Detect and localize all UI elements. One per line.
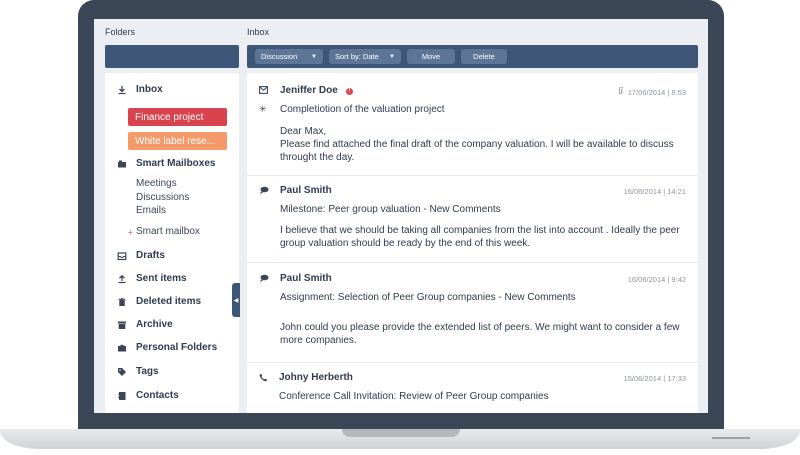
- sort-label: Sort by: Date: [335, 52, 379, 61]
- message-preview: John could you please provide the extend…: [280, 322, 680, 346]
- time-text: 17/06/2014 | 8:53: [627, 88, 686, 97]
- folders-sidebar: Inbox Finance project White label rese..…: [105, 73, 239, 413]
- smart-subitem-emails[interactable]: Emails: [136, 205, 166, 216]
- sender-name: Jeniffer Doe: [280, 85, 338, 96]
- sidebar-item-label: Sent items: [136, 273, 187, 284]
- laptop-foot: [712, 437, 750, 439]
- chevron-left-icon: ◀: [233, 297, 239, 304]
- message-item[interactable]: Paul Smith 16/06/2014 | 14:21 Milestone:…: [247, 177, 698, 263]
- sidebar-item-label: Deleted items: [136, 296, 202, 307]
- inbox-toolbar: Discussion ▼ Sort by: Date ▼ Move Delete: [247, 45, 698, 68]
- message-time: 15/06/2014 | 17:33: [623, 374, 686, 383]
- laptop-notch: [342, 429, 460, 437]
- phone-icon: [259, 373, 268, 384]
- discussion-dropdown[interactable]: Discussion ▼: [255, 49, 323, 64]
- discussion-label: Discussion: [261, 52, 298, 61]
- folder-icon: [117, 343, 127, 353]
- sidebar-item-label: Archive: [136, 319, 173, 330]
- sidebar-item-label: Contacts: [136, 390, 179, 401]
- delete-button[interactable]: Delete: [461, 49, 507, 64]
- sidebar-item-inbox[interactable]: Inbox: [117, 84, 163, 95]
- chevron-down-icon: ▼: [311, 53, 317, 60]
- alert-icon: !: [345, 88, 353, 95]
- sidebar-item-personal-folders[interactable]: Personal Folders: [117, 342, 217, 353]
- chat-icon: [259, 274, 269, 285]
- sidebar-item-deleted[interactable]: Deleted items: [117, 296, 201, 307]
- drafts-icon: [117, 251, 127, 261]
- message-sender: Jeniffer Doe!: [280, 85, 353, 96]
- folders-title: Folders: [105, 27, 136, 37]
- smart-subitem-meetings[interactable]: Meetings: [136, 178, 177, 189]
- archive-icon: [117, 320, 127, 330]
- message-subject: Completiotion of the valuation project: [280, 104, 445, 115]
- inbox-title: Inbox: [247, 27, 270, 37]
- sidebar-item-smart-mailboxes[interactable]: Smart Mailboxes: [117, 158, 215, 169]
- message-sender: Paul Smith: [280, 185, 332, 196]
- tag-icon: [117, 367, 127, 377]
- sidebar-item-archive[interactable]: Archive: [117, 319, 173, 330]
- message-list: Jeniffer Doe! 17/06/2014 | 8:53 ✳ Comple…: [247, 73, 698, 413]
- download-icon: [117, 85, 127, 95]
- sidebar-item-contacts[interactable]: Contacts: [117, 390, 179, 401]
- sidebar-item-tags[interactable]: Tags: [117, 366, 159, 377]
- sidebar-item-drafts[interactable]: Drafts: [117, 250, 165, 261]
- plus-icon: +: [128, 228, 133, 237]
- message-preview: I believe that we should be taking all c…: [280, 225, 680, 249]
- message-preview: Dear Max, Please find attached the final…: [280, 126, 674, 163]
- sidebar-item-label: Tags: [136, 366, 159, 377]
- move-button[interactable]: Move: [407, 49, 455, 64]
- message-time: 16/06/2014 | 9:42: [627, 275, 686, 284]
- sort-dropdown[interactable]: Sort by: Date ▼: [329, 49, 401, 64]
- envelope-icon: [259, 86, 268, 96]
- chevron-down-icon: ▼: [389, 53, 395, 60]
- tag-finance-project[interactable]: Finance project: [128, 108, 227, 126]
- message-subject: Assignment: Selection of Peer Group comp…: [280, 292, 576, 303]
- message-item[interactable]: Jeniffer Doe! 17/06/2014 | 8:53 ✳ Comple…: [247, 73, 698, 176]
- smart-subitem-discussions[interactable]: Discussions: [136, 192, 189, 203]
- sidebar-item-label: Drafts: [136, 250, 165, 261]
- message-time: 16/06/2014 | 14:21: [623, 187, 686, 196]
- sidebar-item-label: Inbox: [136, 84, 163, 95]
- app-screen: Folders Inbox Discussion ▼ Sort by: Date…: [94, 19, 708, 413]
- message-subject: Conference Call Invitation: Review of Pe…: [279, 391, 549, 402]
- paperclip-icon: [618, 86, 625, 97]
- mailbox-icon: [117, 159, 127, 169]
- message-sender: Johny Herberth: [279, 372, 353, 383]
- collapse-sidebar-handle[interactable]: ◀: [232, 283, 240, 317]
- asterisk-icon: ✳: [259, 104, 267, 114]
- sidebar-item-label: Personal Folders: [136, 342, 218, 353]
- upload-icon: [117, 274, 127, 284]
- contacts-icon: [117, 391, 127, 401]
- message-time: 17/06/2014 | 8:53: [618, 86, 686, 97]
- smart-mailbox-add[interactable]: Smart mailbox: [136, 226, 200, 237]
- sidebar-item-label: Smart Mailboxes: [136, 158, 216, 169]
- message-item[interactable]: Johny Herberth 15/06/2014 | 17:33 Confer…: [247, 364, 698, 413]
- folder-search-bar[interactable]: [105, 45, 239, 68]
- message-sender: Paul Smith: [280, 273, 332, 284]
- message-item[interactable]: Paul Smith 16/06/2014 | 9:42 Assignment:…: [247, 264, 698, 363]
- chat-icon: [259, 186, 269, 197]
- sidebar-item-sent[interactable]: Sent items: [117, 273, 187, 284]
- trash-icon: [117, 297, 127, 307]
- tag-white-label[interactable]: White label rese...: [128, 132, 227, 150]
- message-subject: Milestone: Peer group valuation - New Co…: [280, 204, 501, 215]
